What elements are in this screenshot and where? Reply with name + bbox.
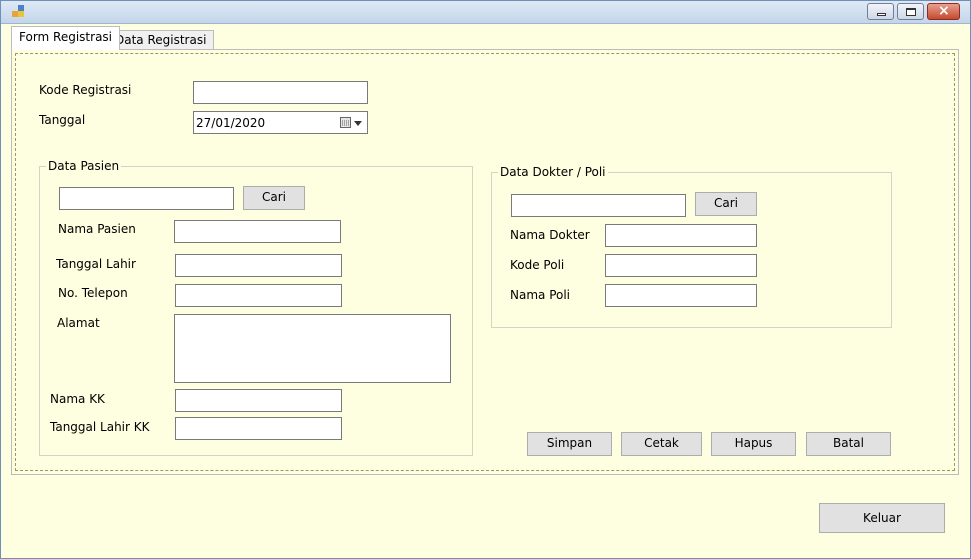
minimize-button[interactable] xyxy=(867,3,894,20)
calendar-icon[interactable] xyxy=(340,117,351,128)
no-telepon-label: No. Telepon xyxy=(58,286,128,300)
kode-registrasi-label: Kode Registrasi xyxy=(39,83,132,97)
pasien-cari-button[interactable]: Cari xyxy=(243,186,305,210)
title-bar[interactable]: × xyxy=(1,1,970,24)
kode-poli-label: Kode Poli xyxy=(510,258,565,272)
nama-poli-field[interactable] xyxy=(605,284,757,307)
dokter-search-input[interactable] xyxy=(511,194,686,217)
close-icon: × xyxy=(938,3,950,19)
tanggal-value: 27/01/2020 xyxy=(196,116,266,130)
tanggal-lahir-field[interactable] xyxy=(175,254,342,277)
minimize-icon xyxy=(877,13,886,16)
nama-pasien-label: Nama Pasien xyxy=(58,222,136,236)
tab-form-registrasi[interactable]: Form Registrasi xyxy=(11,26,121,50)
nama-pasien-field[interactable] xyxy=(174,220,341,243)
data-pasien-title: Data Pasien xyxy=(46,159,122,173)
kode-registrasi-field[interactable] xyxy=(193,81,368,104)
tanggal-lahir-kk-label: Tanggal Lahir KK xyxy=(50,420,150,434)
nama-dokter-label: Nama Dokter xyxy=(510,228,590,242)
alamat-label: Alamat xyxy=(57,316,100,330)
dokter-cari-button[interactable]: Cari xyxy=(695,192,757,216)
tab-page-form-registrasi: Kode Registrasi Tanggal 27/01/2020 Data … xyxy=(11,49,959,475)
nama-dokter-field[interactable] xyxy=(605,224,757,247)
tanggal-label: Tanggal xyxy=(39,113,86,127)
data-pasien-group: Data Pasien Cari Nama Pasien Tanggal Lah… xyxy=(39,159,473,456)
nama-kk-field[interactable] xyxy=(175,389,342,412)
tanggal-date-picker[interactable]: 27/01/2020 xyxy=(193,111,368,134)
no-telepon-field[interactable] xyxy=(175,284,342,307)
window-controls: × xyxy=(864,3,960,21)
simpan-button[interactable]: Simpan xyxy=(527,432,612,456)
nama-poli-label: Nama Poli xyxy=(510,288,571,302)
keluar-button[interactable]: Keluar xyxy=(819,503,945,533)
hapus-button[interactable]: Hapus xyxy=(711,432,796,456)
chevron-down-icon[interactable] xyxy=(354,121,362,126)
nama-kk-label: Nama KK xyxy=(50,392,105,406)
main-window: × Form Registrasi Data Registrasi Kode R… xyxy=(0,0,971,559)
batal-button[interactable]: Batal xyxy=(806,432,891,456)
alamat-textarea[interactable] xyxy=(174,314,451,383)
app-icon[interactable] xyxy=(12,5,26,19)
data-dokter-title: Data Dokter / Poli xyxy=(498,165,608,179)
cetak-button[interactable]: Cetak xyxy=(621,432,702,456)
close-button[interactable]: × xyxy=(927,3,960,20)
kode-poli-field[interactable] xyxy=(605,254,757,277)
tab-data-registrasi[interactable]: Data Registrasi xyxy=(107,30,215,49)
maximize-button[interactable] xyxy=(897,3,924,20)
data-dokter-group: Data Dokter / Poli Cari Nama Dokter Kode… xyxy=(491,165,892,328)
tanggal-lahir-label: Tanggal Lahir xyxy=(56,257,136,271)
pasien-search-input[interactable] xyxy=(59,187,234,210)
maximize-icon xyxy=(906,8,916,16)
tanggal-lahir-kk-field[interactable] xyxy=(175,417,342,440)
